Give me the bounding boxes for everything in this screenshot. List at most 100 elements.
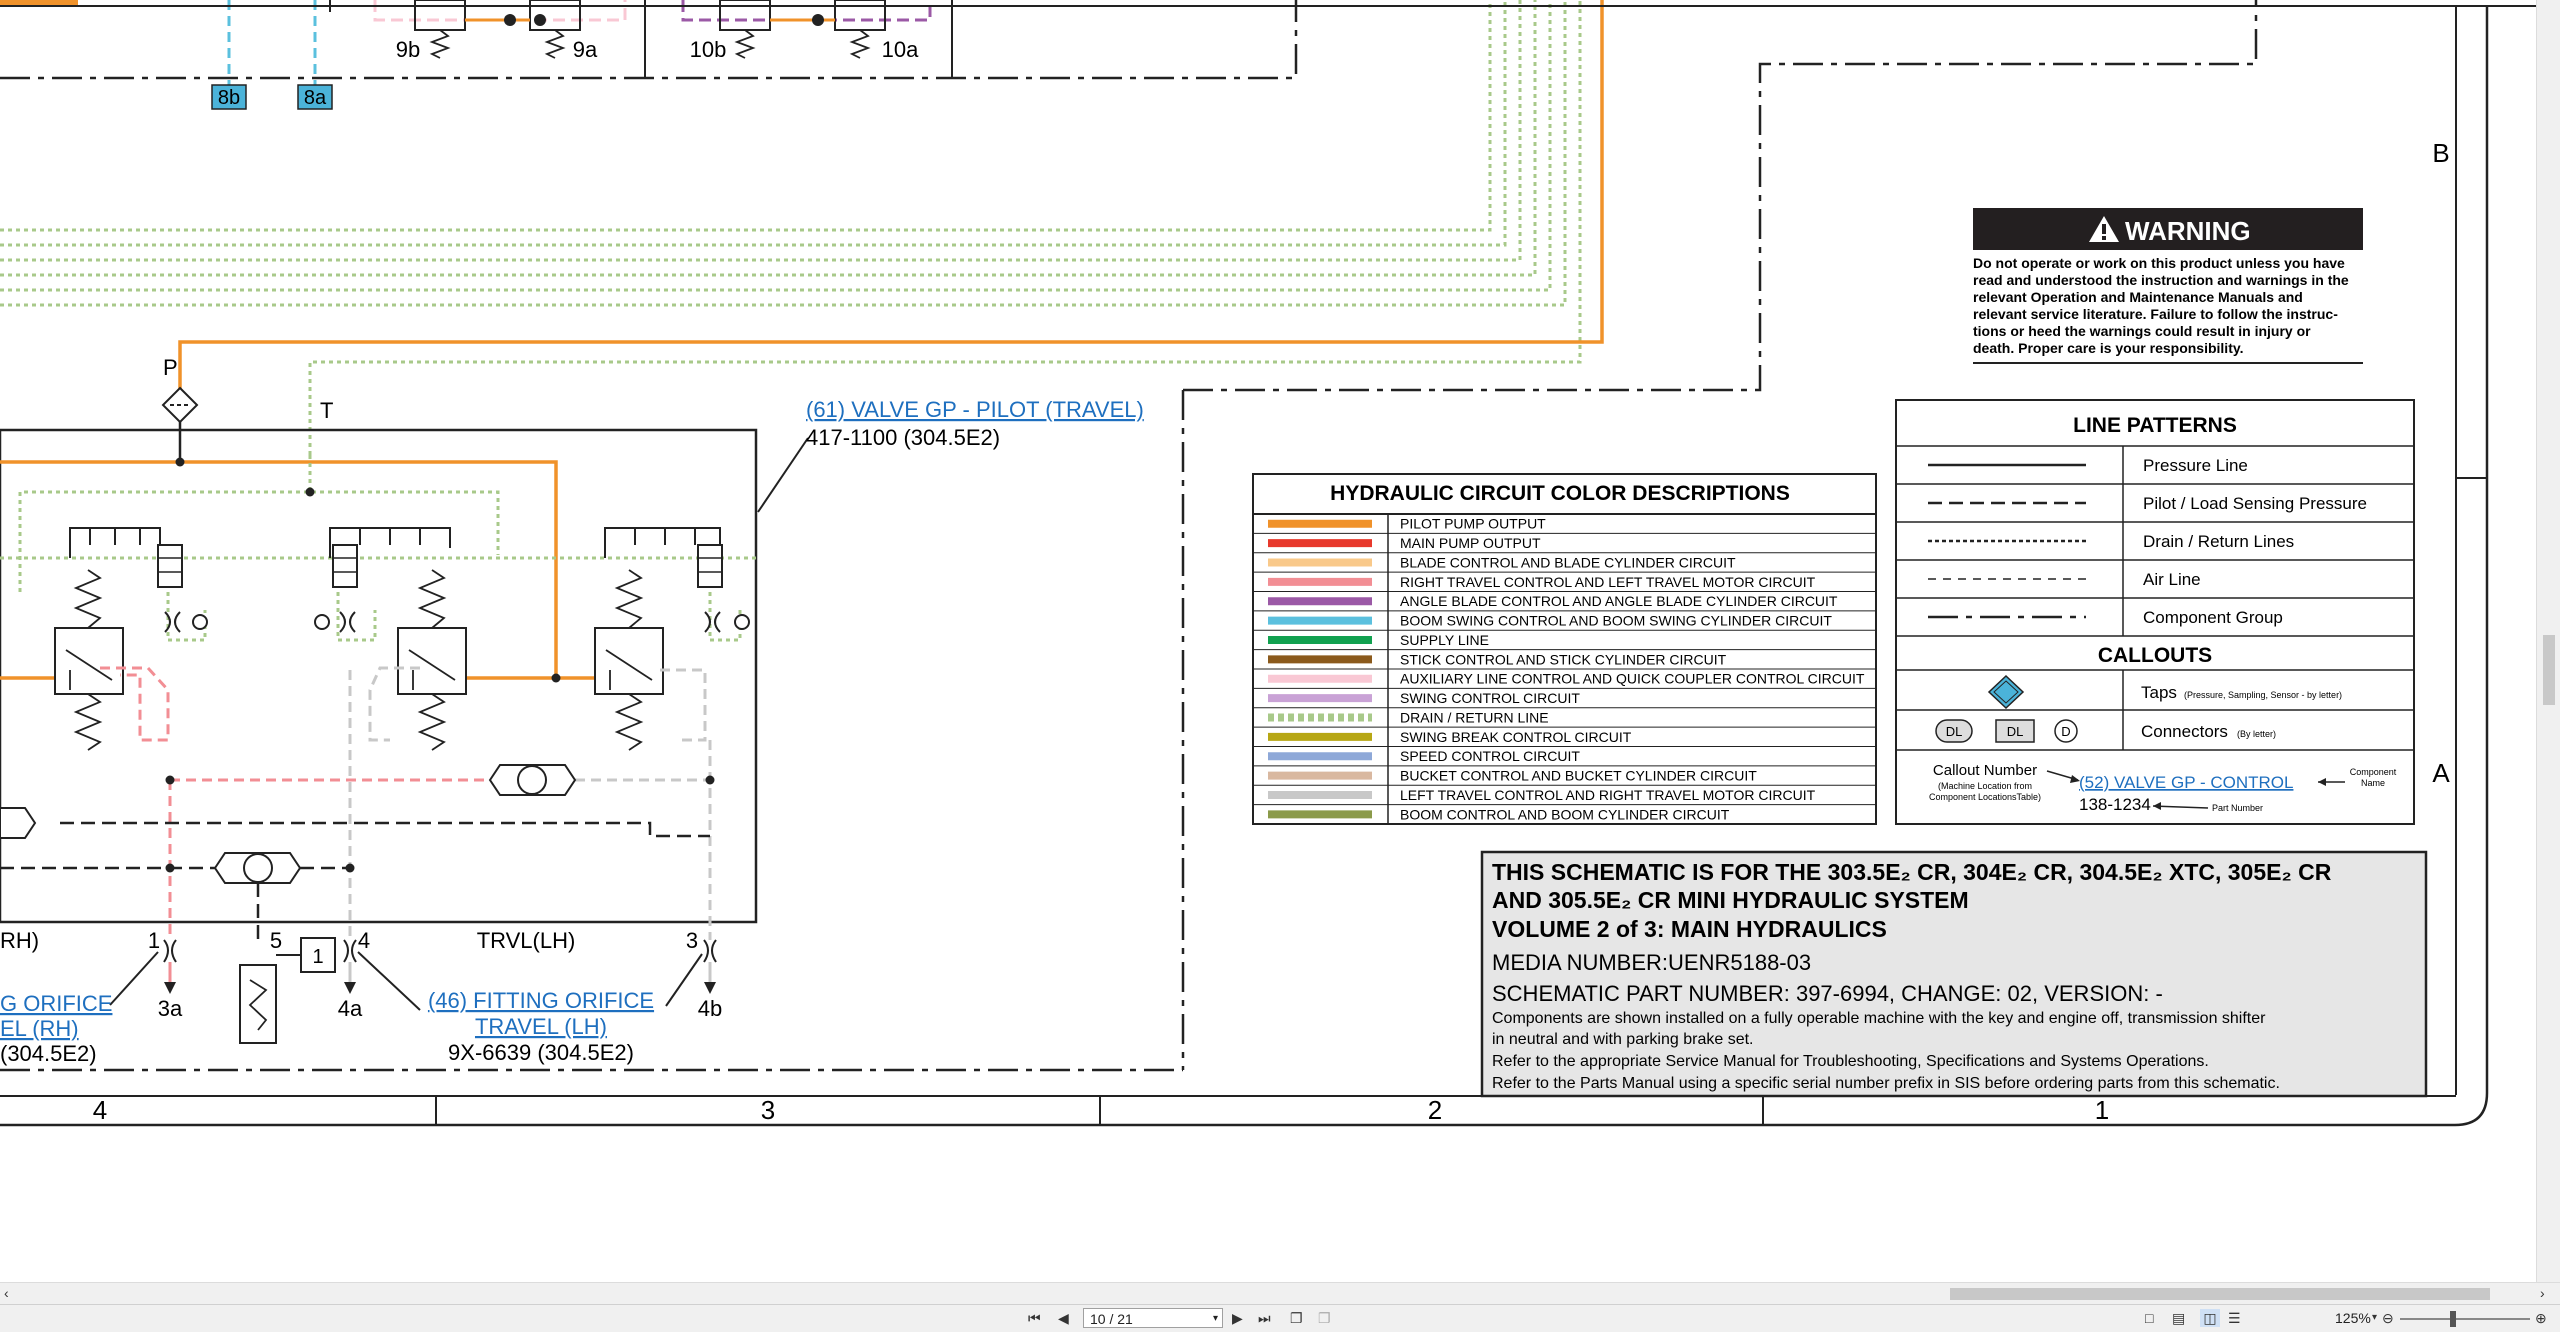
- color-description-label: SWING CONTROL CIRCUIT: [1400, 690, 1580, 706]
- zoom-out-icon[interactable]: ⊖: [2382, 1309, 2394, 1327]
- tap-8a-label: 8a: [304, 87, 327, 109]
- connectors-label: Connectors: [2141, 722, 2228, 741]
- component-note-1: Component: [2350, 767, 2397, 777]
- orifice-rh-link-line2[interactable]: EL (RH): [0, 1016, 79, 1041]
- page-number-field[interactable]: 10 / 21 ▾: [1083, 1308, 1223, 1328]
- orifice-lh-part: 9X-6639 (304.5E2): [448, 1040, 634, 1065]
- label-trvl-lh: TRVL(LH): [477, 928, 576, 953]
- previous-page-icon[interactable]: ◀: [1058, 1309, 1069, 1327]
- color-description-label: MAIN PUMP OUTPUT: [1400, 535, 1541, 551]
- row-a-label: A: [2432, 758, 2450, 788]
- color-description-label: LEFT TRAVEL CONTROL AND RIGHT TRAVEL MOT…: [1400, 787, 1816, 803]
- line-pattern-label: Component Group: [2143, 608, 2283, 627]
- warning-line: relevant Operation and Maintenance Manua…: [1973, 289, 2303, 305]
- part-number-note: Part Number: [2212, 803, 2263, 813]
- line-pattern-label: Pilot / Load Sensing Pressure: [2143, 494, 2367, 513]
- bottom-ports: RH) 1 5 4 TRVL(LH) 3 3a 4a 4b G ORIFICE …: [0, 928, 1183, 1072]
- zone-4-label: 4: [93, 1095, 107, 1125]
- label-rh: RH): [0, 928, 39, 953]
- label-9b: 9b: [396, 37, 420, 62]
- title-line-1: THIS SCHEMATIC IS FOR THE 303.5E₂ CR, 30…: [1492, 859, 2332, 885]
- color-description-label: BLADE CONTROL AND BLADE CYLINDER CIRCUIT: [1400, 554, 1736, 570]
- zoom-in-icon[interactable]: ⊕: [2535, 1309, 2547, 1327]
- warning-line: Do not operate or work on this product u…: [1973, 255, 2345, 271]
- zoom-slider-knob[interactable]: [2450, 1311, 2456, 1327]
- label-10a: 10a: [882, 37, 919, 62]
- connectors-note: (By letter): [2237, 729, 2276, 739]
- viewer-status-bar: ⏮ ◀ 10 / 21 ▾ ▶ ⏭ ❐ ❐ □ ▤ ◫ ☰ 125% ▾ ⊖ ⊕: [0, 1304, 2560, 1332]
- single-page-view-icon[interactable]: □: [2145, 1309, 2153, 1327]
- label-4a: 4a: [338, 996, 363, 1021]
- next-page-icon[interactable]: ▶: [1232, 1309, 1243, 1327]
- scroll-right-arrow-icon[interactable]: ›: [2540, 1284, 2545, 1302]
- scroll-left-arrow-icon[interactable]: ‹: [4, 1284, 9, 1302]
- color-description-label: BUCKET CONTROL AND BUCKET CYLINDER CIRCU…: [1400, 768, 1757, 784]
- color-description-label: ANGLE BLADE CONTROL AND ANGLE BLADE CYLI…: [1400, 593, 1838, 609]
- line-pattern-label: Drain / Return Lines: [2143, 532, 2294, 551]
- horizontal-scroll-thumb[interactable]: [1950, 1288, 2490, 1300]
- color-description-label: SPEED CONTROL CIRCUIT: [1400, 748, 1580, 764]
- warning-line: death. Proper care is your responsibilit…: [1973, 340, 2244, 356]
- two-page-view-icon[interactable]: ◫: [2200, 1309, 2220, 1327]
- zone-3-label: 3: [761, 1095, 775, 1125]
- last-page-icon[interactable]: ⏭: [1258, 1309, 1271, 1327]
- callout-box-1-label: 1: [312, 946, 323, 968]
- first-page-icon[interactable]: ⏮: [1028, 1309, 1041, 1327]
- pilot-valve-travel-part: 417-1100 (304.5E2): [806, 425, 1000, 450]
- zone-1-label: 1: [2095, 1095, 2109, 1125]
- copy-view-icon[interactable]: ❐: [1290, 1309, 1303, 1327]
- label-port-5: 5: [270, 928, 282, 953]
- row-b-label: B: [2432, 138, 2449, 168]
- vertical-scrollbar[interactable]: [2536, 0, 2560, 1282]
- page-dropdown-icon[interactable]: ▾: [1213, 1309, 1218, 1329]
- pilot-valve-travel-link[interactable]: (61) VALVE GP - PILOT (TRAVEL): [806, 397, 1144, 422]
- paste-view-icon[interactable]: ❐: [1318, 1309, 1331, 1327]
- callouts-title: CALLOUTS: [2098, 644, 2212, 667]
- port-p-label: P: [163, 355, 178, 380]
- hydraulic-schematic: 8b 8a 9b 9a 10b 10a P T 1 (61) VALVE GP …: [0, 0, 2536, 1127]
- taps-note: (Pressure, Sampling, Sensor - by letter): [2184, 690, 2342, 700]
- callout-example-part: 138-1234: [2079, 795, 2151, 814]
- orifice-rh-link-line1[interactable]: G ORIFICE: [0, 991, 112, 1016]
- component-note-2: Name: [2361, 778, 2385, 788]
- callout-note-1: (Machine Location from: [1938, 781, 2032, 791]
- zoom-level[interactable]: 125%: [2335, 1310, 2371, 1326]
- label-port-3: 3: [686, 928, 698, 953]
- color-table-title: HYDRAULIC CIRCUIT COLOR DESCRIPTIONS: [1330, 482, 1790, 505]
- color-description-label: SWING BREAK CONTROL CIRCUIT: [1400, 729, 1632, 745]
- port-t-label: T: [320, 398, 333, 423]
- title-note: Refer to the appropriate Service Manual …: [1492, 1053, 2209, 1070]
- callout-note-2: Component LocationsTable): [1929, 792, 2041, 802]
- connector-dl-b: DL: [2007, 724, 2024, 739]
- title-note: in neutral and with parking brake set.: [1492, 1031, 1753, 1048]
- vertical-scroll-thumb[interactable]: [2543, 635, 2555, 705]
- horizontal-scrollbar[interactable]: ‹ ›: [0, 1282, 2560, 1305]
- color-description-label: BOOM SWING CONTROL AND BOOM SWING CYLIND…: [1400, 613, 1832, 629]
- orifice-lh-link-line2[interactable]: TRAVEL (LH): [475, 1014, 607, 1039]
- pdf-document-view[interactable]: 8b 8a 9b 9a 10b 10a P T 1 (61) VALVE GP …: [0, 0, 2536, 1282]
- zoom-dropdown-icon[interactable]: ▾: [2372, 1309, 2377, 1327]
- line-pattern-label: Air Line: [2143, 570, 2201, 589]
- label-3a: 3a: [158, 996, 183, 1021]
- connector-dl-c: D: [2061, 724, 2070, 739]
- callout-example-link[interactable]: (52) VALVE GP - CONTROL: [2079, 773, 2293, 792]
- orifice-lh-link-line1[interactable]: (46) FITTING ORIFICE: [428, 988, 654, 1013]
- warning-line: read and understood the instruction and …: [1973, 272, 2349, 288]
- line-patterns-title: LINE PATTERNS: [2073, 414, 2237, 437]
- continuous-view-icon[interactable]: ▤: [2172, 1309, 2185, 1327]
- connector-dl-a: DL: [1946, 724, 1963, 739]
- schematic-part-number: SCHEMATIC PART NUMBER: 397-6994, CHANGE:…: [1492, 981, 2163, 1006]
- zone-2-label: 2: [1428, 1095, 1442, 1125]
- zoom-slider-track[interactable]: [2400, 1318, 2530, 1320]
- title-note: Refer to the Parts Manual using a specif…: [1492, 1075, 2280, 1092]
- callout-number-label: Callout Number: [1933, 762, 2037, 779]
- top-valves-area: 8b 8a 9b 9a 10b 10a: [0, 0, 1298, 110]
- two-page-continuous-icon[interactable]: ☰: [2228, 1309, 2241, 1327]
- warning-line: tions or heed the warnings could result …: [1973, 323, 2311, 339]
- line-patterns-legend: LINE PATTERNS Pressure Line Pilot / Load …: [1895, 399, 2415, 825]
- color-description-label: BOOM CONTROL AND BOOM CYLINDER CIRCUIT: [1400, 806, 1730, 822]
- label-port-4: 4: [358, 928, 370, 953]
- color-description-label: STICK CONTROL AND STICK CYLINDER CIRCUIT: [1400, 651, 1727, 667]
- line-pattern-label: Pressure Line: [2143, 456, 2248, 475]
- tap-8b-label: 8b: [218, 87, 240, 109]
